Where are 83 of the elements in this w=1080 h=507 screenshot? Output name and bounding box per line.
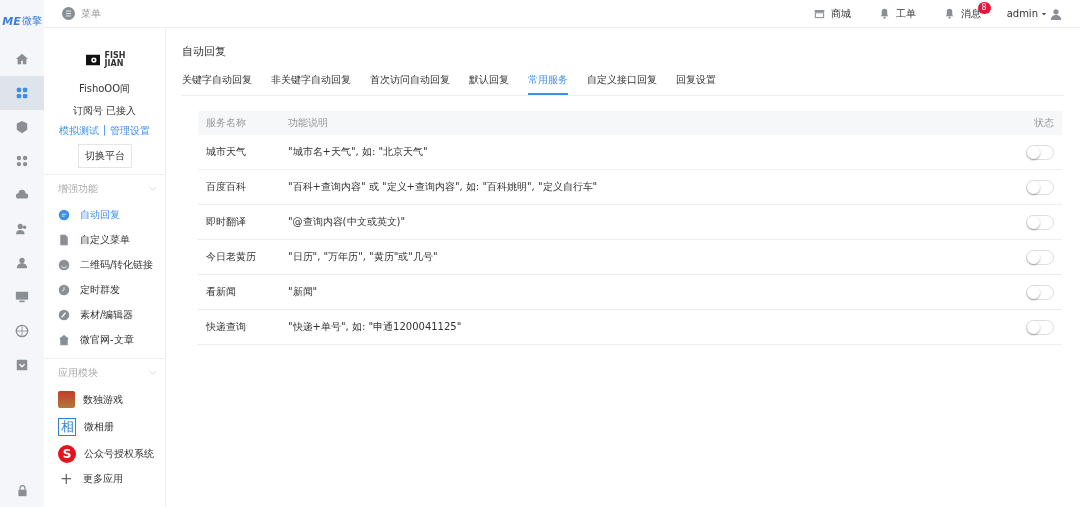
table-cell-text: 快递查询: [206, 320, 247, 334]
house-icon: [58, 333, 70, 346]
link[interactable]: 管理设置: [110, 124, 151, 138]
separator: |: [102, 124, 107, 138]
toggle-switch[interactable]: [1026, 179, 1054, 195]
top-link[interactable]: 工单: [878, 6, 916, 21]
brand-name: 微擎: [21, 14, 42, 28]
app-logo: S: [58, 444, 76, 463]
bell-icon: [943, 8, 955, 19]
menu-item[interactable]: 自定义菜单: [44, 227, 165, 252]
switch-button[interactable]: 切换平台: [77, 144, 132, 168]
table-cell-text: "百科+查询内容" 或 "定义+查询内容", 如: "百科姚明", "定义自行车": [288, 180, 599, 194]
toggle-switch[interactable]: [1026, 319, 1054, 335]
table-cell-text: "城市名+天气", 如: "北京天气": [288, 145, 429, 159]
top-link[interactable]: 商城: [813, 6, 851, 21]
app-item[interactable]: 相 微相册: [44, 413, 165, 440]
toggle-switch[interactable]: [1026, 284, 1054, 300]
toggle-switch[interactable]: [1026, 214, 1054, 230]
toggle-switch[interactable]: [1026, 249, 1054, 265]
table-cell-text: 看新闻: [206, 285, 237, 299]
game-icon: [58, 391, 75, 408]
caret-icon: [1041, 10, 1047, 17]
app-item[interactable]: S 公众号授权系统: [44, 440, 165, 467]
app-item[interactable]: 数独游戏: [44, 386, 165, 413]
link[interactable]: 模拟测试: [58, 124, 99, 138]
more-apps-link[interactable]: + 更多应用: [44, 467, 165, 491]
logo-text: FISH JIAN: [104, 52, 126, 68]
table-cell-text: "新闻": [288, 285, 319, 299]
table-cell-text: 今日老黄历: [206, 250, 257, 264]
table-cell-text: 即时翻译: [206, 215, 247, 229]
table-cell-text: 百度百科: [206, 180, 247, 194]
menu-item[interactable]: 自动回复: [44, 202, 165, 227]
tab[interactable]: 回复设置: [676, 73, 716, 95]
section-title: 应用模块: [58, 365, 98, 380]
column-header: 服务名称: [206, 116, 247, 130]
account-name: FishoOO间: [78, 82, 131, 96]
column-header: 功能说明: [288, 116, 329, 130]
column-header: 状态: [1033, 116, 1054, 130]
table-cell-text: "快递+单号", 如: "申通1200041125": [288, 320, 463, 334]
page-title: 自动回复: [182, 44, 227, 59]
app-logo: 相: [58, 417, 76, 436]
chevron-icon: [148, 368, 157, 377]
chat-icon: [58, 208, 70, 221]
grid-icon: [15, 86, 29, 100]
clock-icon: [58, 283, 70, 296]
tab[interactable]: 非关键字自动回复: [271, 73, 351, 95]
users-icon: [15, 222, 29, 236]
table-cell-text: "@查询内容(中文或英文)": [288, 215, 406, 229]
pencil-icon: [58, 308, 70, 321]
menu-item[interactable]: 定时群发: [44, 277, 165, 302]
table-cell-text: "日历", "万年历", "黄历"或"几号": [288, 250, 439, 264]
tab[interactable]: 自定义接口回复: [587, 73, 657, 95]
tab[interactable]: 首次访问自动回复: [370, 73, 450, 95]
bell-icon: [878, 8, 890, 19]
menu-item[interactable]: 微官网-文章: [44, 327, 165, 352]
table-cell-text: 城市天气: [206, 145, 247, 159]
user-name[interactable]: admin: [1006, 8, 1038, 19]
menu-item[interactable]: 二维码/转化链接: [44, 252, 165, 277]
store-icon: [813, 8, 825, 19]
monitor-icon: [15, 290, 29, 304]
section-title: 增强功能: [58, 181, 98, 196]
chevron-icon: [148, 184, 157, 193]
fish-icon: [83, 53, 102, 67]
toggle-switch[interactable]: [1026, 144, 1054, 160]
inbox-icon: [15, 358, 29, 372]
home-icon: [15, 52, 29, 66]
globe-icon: [15, 324, 29, 338]
tab[interactable]: 关键字自动回复: [182, 73, 252, 95]
user-icon: [1050, 7, 1062, 20]
rail-item[interactable]: [0, 76, 44, 110]
plus-icon: +: [60, 470, 73, 488]
lock-icon: [15, 484, 29, 497]
menu-icon: [62, 7, 75, 20]
menu-item[interactable]: 素材/编辑器: [44, 302, 165, 327]
cube-icon: [15, 120, 29, 134]
document-icon: [58, 233, 70, 246]
account-status: 订阅号 已接入: [72, 104, 137, 118]
tab[interactable]: 默认回复: [469, 73, 509, 95]
cloud-icon: [15, 188, 29, 202]
user-icon: [15, 256, 29, 270]
tab[interactable]: 常用服务: [528, 73, 568, 95]
logo-mark: ME: [2, 14, 21, 28]
apps-icon: [15, 154, 29, 168]
